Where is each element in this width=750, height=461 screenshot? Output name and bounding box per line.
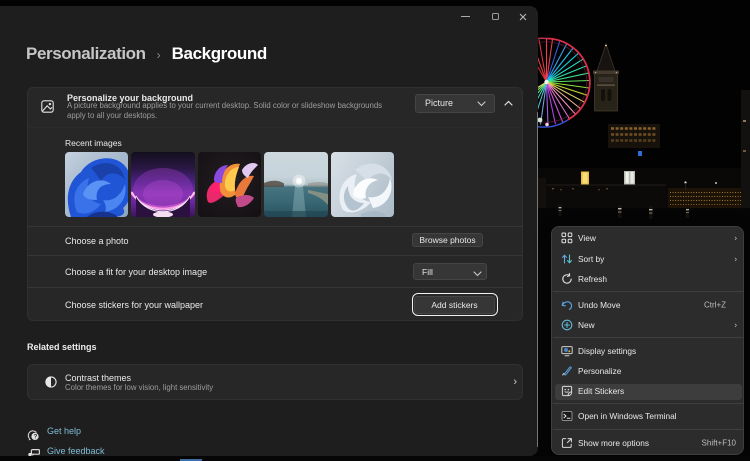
- svg-text:?: ?: [34, 435, 38, 441]
